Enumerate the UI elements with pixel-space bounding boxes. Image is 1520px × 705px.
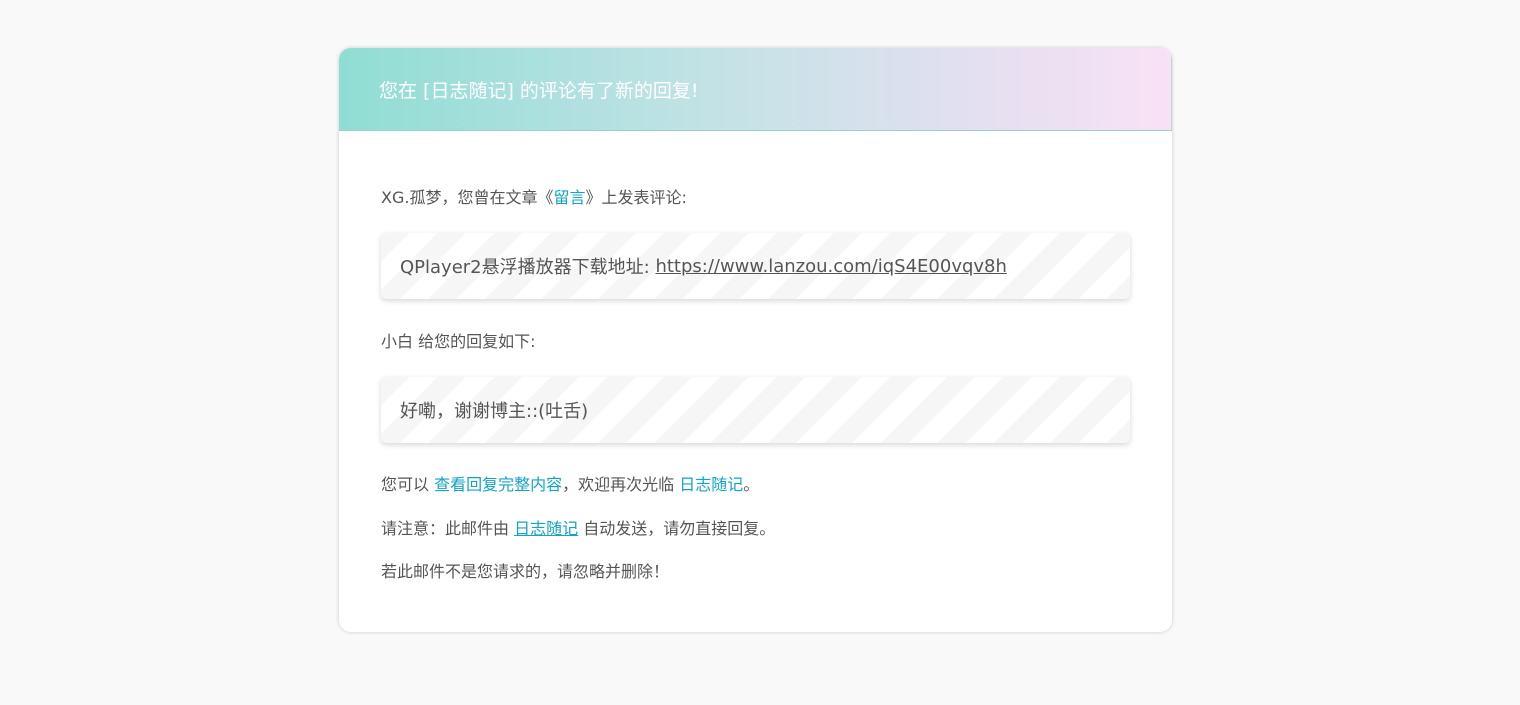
article-link[interactable]: 留言: [553, 188, 585, 207]
intro-suffix: 》上发表评论:: [585, 188, 687, 207]
reply-box: 好嘞，谢谢博主::(吐舌): [381, 377, 1130, 443]
notice-line: 请注意：此邮件由 日志随记 自动发送，请勿直接回复。: [381, 515, 775, 539]
intro-line: XG.孤梦，您曾在文章《留言》上发表评论:: [381, 184, 687, 208]
notice-prefix: 请注意：此邮件由: [381, 519, 515, 538]
reply-intro-line: 小白 给您的回复如下:: [381, 332, 536, 351]
reply-text: 好嘞，谢谢博主::(吐舌): [400, 401, 589, 422]
view-reply-line: 您可以 查看回复完整内容，欢迎再次光临 日志随记。: [381, 471, 759, 495]
site-link[interactable]: 日志随记: [679, 475, 743, 494]
download-url-link[interactable]: https://www.lanzou.com/iqS4E00vqv8h: [655, 256, 1006, 277]
notice-site-link[interactable]: 日志随记: [514, 519, 578, 538]
original-comment-text: QPlayer2悬浮播放器下载地址:: [400, 257, 650, 278]
notice-suffix: 自动发送，请勿直接回复。: [578, 519, 776, 538]
email-header: 您在 [日志随记] 的评论有了新的回复!: [339, 48, 1172, 131]
original-comment-box: QPlayer2悬浮播放器下载地址: https://www.lanzou.co…: [381, 233, 1130, 299]
period: 。: [743, 475, 760, 494]
email-card: 您在 [日志随记] 的评论有了新的回复! XG.孤梦，您曾在文章《留言》上发表评…: [339, 48, 1172, 632]
view-prefix: 您可以: [381, 475, 435, 494]
email-title: 您在 [日志随记] 的评论有了新的回复!: [379, 79, 699, 102]
ignore-line: 若此邮件不是您请求的，请忽略并删除！: [381, 562, 670, 581]
welcome-text: ，欢迎再次光临: [562, 475, 680, 494]
view-full-reply-link[interactable]: 查看回复完整内容: [434, 475, 562, 494]
intro-prefix: XG.孤梦，您曾在文章《: [381, 188, 554, 207]
